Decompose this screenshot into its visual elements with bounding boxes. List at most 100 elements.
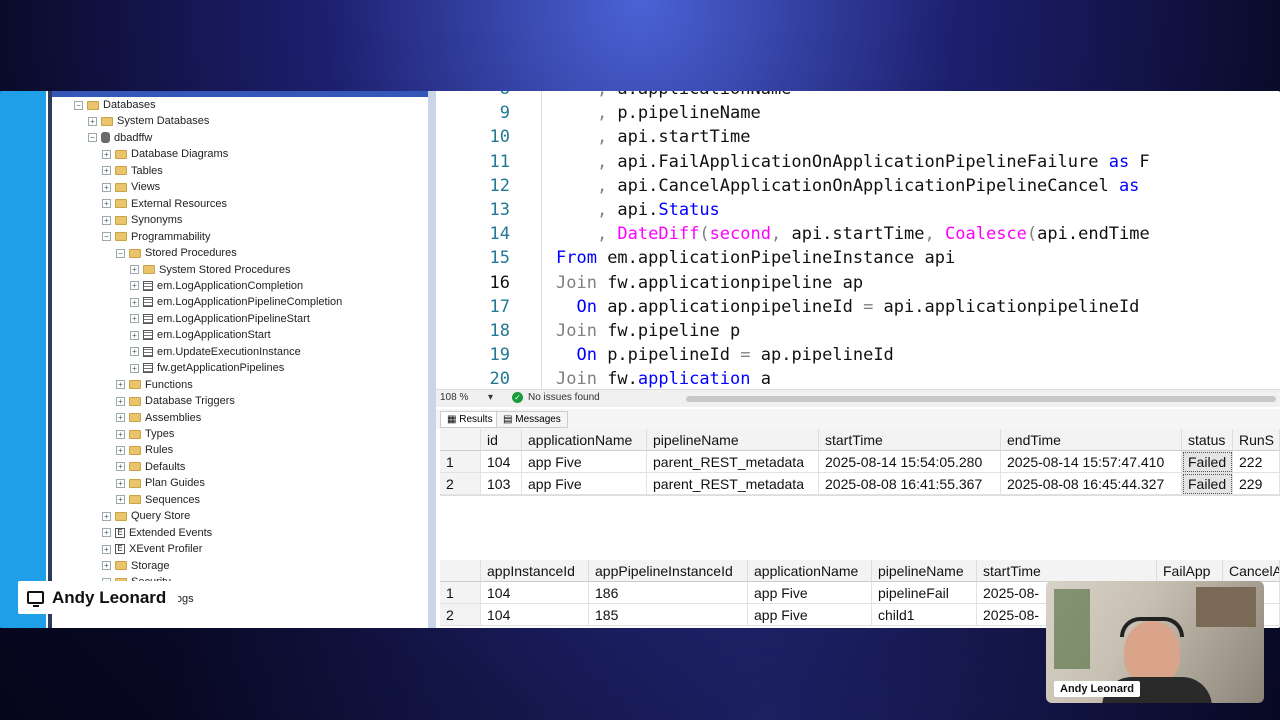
- tree-node[interactable]: + E XEvent Profiler: [102, 541, 202, 557]
- tree-node[interactable]: + Plan Guides: [116, 475, 205, 491]
- expand-icon[interactable]: +: [116, 396, 125, 406]
- expand-icon[interactable]: +: [102, 511, 111, 521]
- expand-icon[interactable]: +: [130, 330, 139, 340]
- collapse-icon[interactable]: −: [88, 133, 97, 143]
- column-header[interactable]: id: [481, 429, 522, 451]
- tree-node[interactable]: + em.LogApplicationPipelineStart: [130, 311, 310, 327]
- grid-cell[interactable]: pipelineFail: [872, 582, 977, 604]
- tree-node[interactable]: + Tables: [102, 163, 163, 179]
- tab-results[interactable]: ▦ Results: [440, 411, 500, 428]
- pane-splitter[interactable]: [428, 91, 436, 628]
- zoom-level[interactable]: 108 %: [440, 392, 468, 403]
- grid-cell[interactable]: child1: [872, 604, 977, 626]
- grid-cell[interactable]: 186: [589, 582, 748, 604]
- grid-cell[interactable]: Failed: [1182, 451, 1233, 473]
- collapse-icon[interactable]: −: [102, 232, 111, 242]
- expand-icon[interactable]: +: [102, 544, 111, 554]
- grid-cell[interactable]: 2025-08-14 15:54:05.280: [819, 451, 1001, 473]
- tree-node[interactable]: + System Databases: [88, 113, 209, 129]
- grid-cell[interactable]: app Five: [748, 582, 872, 604]
- tree-node[interactable]: + Database Triggers: [116, 393, 235, 409]
- expand-icon[interactable]: +: [88, 116, 97, 126]
- row-number[interactable]: 1: [440, 451, 481, 473]
- expand-icon[interactable]: +: [130, 297, 139, 307]
- column-header[interactable]: RunS: [1233, 429, 1280, 451]
- column-header[interactable]: startTime: [819, 429, 1001, 451]
- column-header[interactable]: appInstanceId: [481, 560, 589, 582]
- column-header[interactable]: appPipelineInstanceId: [589, 560, 748, 582]
- expand-icon[interactable]: +: [116, 462, 125, 472]
- grid-cell[interactable]: parent_REST_metadata: [647, 451, 819, 473]
- row-number[interactable]: 1: [440, 582, 481, 604]
- tree-node[interactable]: − Stored Procedures: [116, 245, 237, 261]
- tree-node[interactable]: + em.LogApplicationCompletion: [130, 278, 303, 294]
- tree-node[interactable]: + fw.getApplicationPipelines: [130, 360, 284, 376]
- tree-node[interactable]: + Views: [102, 179, 160, 195]
- expand-icon[interactable]: +: [116, 495, 125, 505]
- expand-icon[interactable]: +: [116, 429, 125, 439]
- expand-icon[interactable]: +: [102, 199, 111, 209]
- expand-icon[interactable]: +: [116, 413, 125, 423]
- collapse-icon[interactable]: −: [116, 248, 125, 258]
- grid-cell[interactable]: 2025-08-08 16:41:55.367: [819, 473, 1001, 495]
- expand-icon[interactable]: +: [130, 314, 139, 324]
- grid-cell[interactable]: 229: [1233, 473, 1280, 495]
- tree-node[interactable]: + Defaults: [116, 459, 185, 475]
- column-header[interactable]: applicationName: [748, 560, 872, 582]
- column-header[interactable]: status: [1182, 429, 1233, 451]
- chevron-down-icon[interactable]: ▾: [488, 392, 493, 403]
- tree-node[interactable]: + E Extended Events: [102, 525, 212, 541]
- column-header[interactable]: pipelineName: [647, 429, 819, 451]
- horizontal-scrollbar[interactable]: [686, 396, 1276, 402]
- expand-icon[interactable]: +: [130, 265, 139, 274]
- tree-node[interactable]: + em.UpdateExecutionInstance: [130, 344, 301, 360]
- grid-cell[interactable]: parent_REST_metadata: [647, 473, 819, 495]
- tree-node[interactable]: + Storage: [102, 558, 170, 574]
- tab-messages[interactable]: ▤ Messages: [496, 411, 568, 428]
- grid-cell[interactable]: 104: [481, 604, 589, 626]
- tree-node[interactable]: − dbadffw: [88, 130, 152, 146]
- query-editor[interactable]: 8 , a.applicationName 9 , p.pipelineName 1…: [436, 91, 1280, 389]
- row-number[interactable]: 2: [440, 473, 481, 495]
- grid-cell[interactable]: 103: [481, 473, 522, 495]
- column-header[interactable]: CancelA: [1223, 560, 1280, 582]
- grid-cell[interactable]: app Five: [522, 473, 647, 495]
- expand-icon[interactable]: +: [130, 347, 139, 357]
- tree-node[interactable]: + Rules: [116, 442, 173, 458]
- grid-cell[interactable]: app Five: [522, 451, 647, 473]
- expand-icon[interactable]: +: [102, 182, 111, 192]
- tree-node[interactable]: + Query Store: [102, 508, 190, 524]
- expand-icon[interactable]: +: [130, 363, 139, 373]
- column-header[interactable]: applicationName: [522, 429, 647, 451]
- tree-node[interactable]: + Sequences: [116, 492, 200, 508]
- tree-node[interactable]: + Functions: [116, 377, 193, 393]
- grid-cell[interactable]: Failed: [1182, 473, 1233, 495]
- expand-icon[interactable]: +: [116, 445, 125, 455]
- column-header[interactable]: FailApp: [1157, 560, 1223, 582]
- tree-node[interactable]: + Types: [116, 426, 174, 442]
- grid-cell[interactable]: 104: [481, 451, 522, 473]
- column-header[interactable]: pipelineName: [872, 560, 977, 582]
- tree-node[interactable]: + System Stored Procedures: [130, 262, 290, 278]
- expand-icon[interactable]: +: [102, 528, 111, 538]
- expand-icon[interactable]: +: [102, 149, 111, 159]
- tree-node[interactable]: + Assemblies: [116, 410, 201, 426]
- column-header[interactable]: endTime: [1001, 429, 1182, 451]
- expand-icon[interactable]: +: [116, 478, 125, 488]
- column-header[interactable]: startTime: [977, 560, 1157, 582]
- expand-icon[interactable]: +: [130, 281, 139, 291]
- tree-node[interactable]: + em.LogApplicationStart: [130, 327, 271, 343]
- expand-icon[interactable]: +: [102, 561, 111, 571]
- expand-icon[interactable]: +: [102, 166, 111, 176]
- expand-icon[interactable]: +: [102, 215, 111, 225]
- column-header[interactable]: [440, 429, 481, 451]
- tree-node[interactable]: − Databases: [74, 97, 156, 113]
- grid-cell[interactable]: 222: [1233, 451, 1280, 473]
- tree-node[interactable]: + Synonyms: [102, 212, 182, 228]
- row-number[interactable]: 2: [440, 604, 481, 626]
- tree-node[interactable]: + Database Diagrams: [102, 146, 228, 162]
- expand-icon[interactable]: +: [116, 380, 125, 390]
- collapse-icon[interactable]: −: [74, 100, 83, 110]
- tree-node[interactable]: + External Resources: [102, 196, 227, 212]
- grid-cell[interactable]: 2025-08-14 15:57:47.410: [1001, 451, 1182, 473]
